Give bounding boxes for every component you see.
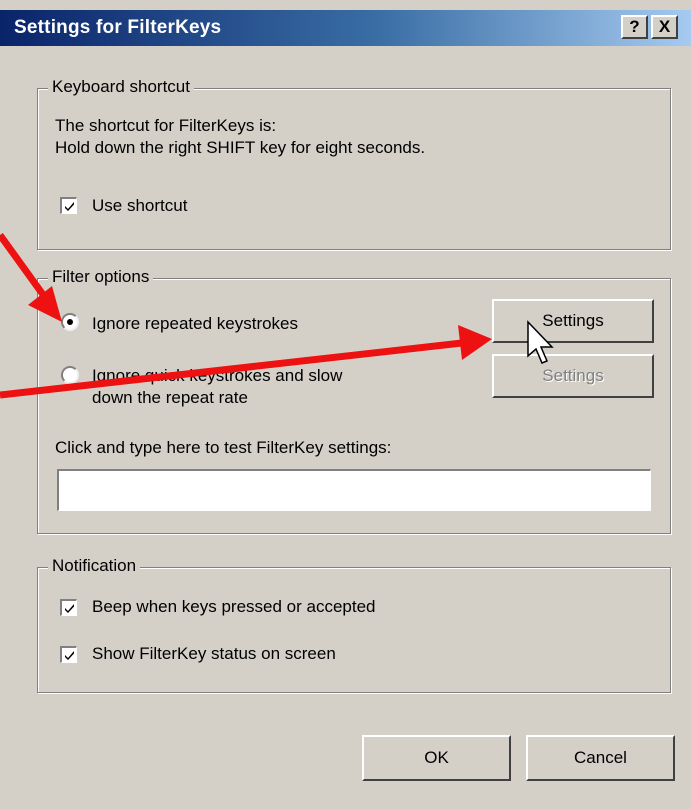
filterkey-test-input[interactable] [57, 469, 651, 511]
ignore-quick-settings-button: Settings [492, 354, 654, 398]
cancel-button[interactable]: Cancel [526, 735, 675, 781]
close-button[interactable]: X [651, 15, 678, 39]
show-status-checkbox[interactable] [60, 646, 77, 663]
ignore-quick-radio[interactable] [61, 366, 79, 384]
use-shortcut-label[interactable]: Use shortcut [92, 196, 187, 216]
beep-checkbox[interactable] [60, 599, 77, 616]
ignore-repeated-label[interactable]: Ignore repeated keystrokes [92, 314, 298, 334]
ignore-repeated-radio[interactable] [61, 313, 79, 331]
keyboard-shortcut-legend: Keyboard shortcut [48, 77, 194, 97]
notification-legend: Notification [48, 556, 141, 576]
radio-selected-dot [67, 319, 73, 325]
filterkeys-dialog: Settings for FilterKeys ? X Keyboard sho… [0, 0, 691, 809]
ignore-quick-label-line2[interactable]: down the repeat rate [92, 388, 248, 408]
notification-group: Notification Beep when keys pressed or a… [37, 556, 671, 693]
window-title: Settings for FilterKeys [14, 17, 222, 38]
test-area-label: Click and type here to test FilterKey se… [55, 438, 392, 457]
ignore-quick-label-line1[interactable]: Ignore quick keystrokes and slow [92, 366, 342, 386]
keyboard-shortcut-group: Keyboard shortcut The shortcut for Filte… [37, 77, 671, 250]
ignore-repeated-settings-button[interactable]: Settings [492, 299, 654, 343]
checkmark-icon [65, 651, 74, 660]
checkmark-icon [65, 202, 74, 211]
ok-button[interactable]: OK [362, 735, 511, 781]
help-button[interactable]: ? [621, 15, 648, 39]
checkmark-icon [65, 604, 74, 613]
beep-label[interactable]: Beep when keys pressed or accepted [92, 597, 376, 617]
title-bar[interactable]: Settings for FilterKeys ? X [0, 10, 691, 46]
shortcut-description-line1: The shortcut for FilterKeys is: [55, 116, 277, 135]
filter-options-group: Filter options Ignore repeated keystroke… [37, 267, 671, 534]
shortcut-description-line2: Hold down the right SHIFT key for eight … [55, 138, 426, 157]
filter-options-legend: Filter options [48, 267, 154, 287]
use-shortcut-checkbox[interactable] [60, 197, 77, 214]
show-status-label[interactable]: Show FilterKey status on screen [92, 644, 336, 664]
